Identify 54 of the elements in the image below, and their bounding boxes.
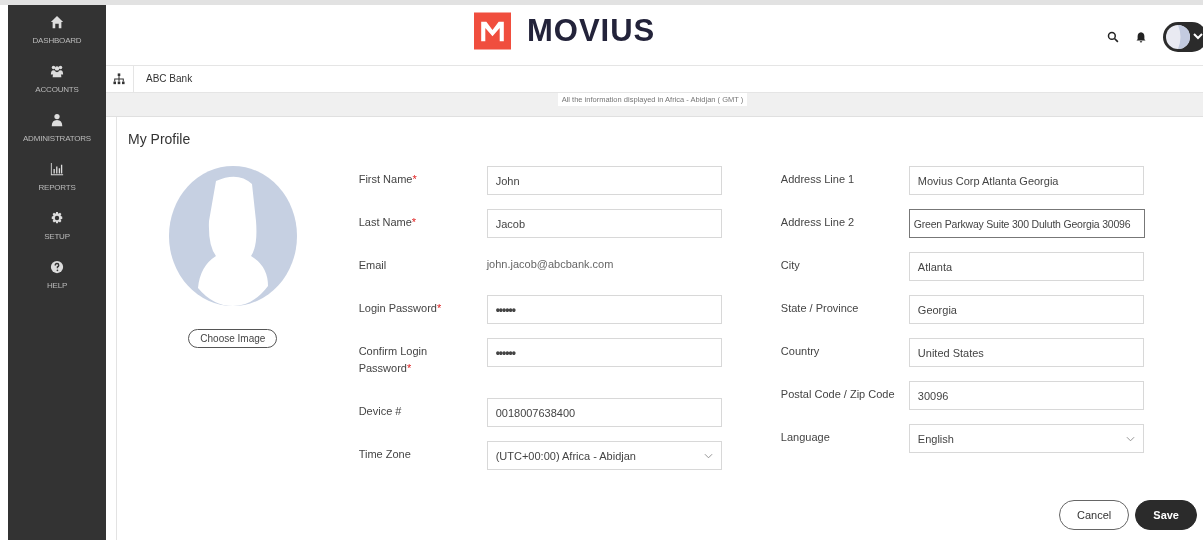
field-label: Device # <box>358 404 403 419</box>
input-field[interactable]: Jacob <box>486 209 722 238</box>
input-field[interactable]: Movius Corp Atlanta Georgia <box>908 166 1144 195</box>
input-field[interactable]: United States <box>908 338 1144 367</box>
input-field[interactable]: 0018007638400 <box>486 398 722 427</box>
help-icon <box>50 260 64 274</box>
user-menu-toggle[interactable] <box>1163 22 1203 52</box>
page-title: My Profile <box>128 131 192 147</box>
email-value: john.jacob@abcbank.com <box>486 257 614 270</box>
dropdown-field[interactable]: (UTC+00:00) Africa - Abidjan <box>486 441 722 470</box>
nav-item[interactable]: ACCOUNTS <box>8 64 106 94</box>
field-label: City <box>780 258 801 273</box>
input-field[interactable]: Georgia <box>908 295 1144 324</box>
field-label: Language <box>780 430 831 445</box>
field-label: Time Zone <box>358 447 412 462</box>
hierarchy-icon[interactable] <box>113 73 125 85</box>
nav-item[interactable]: DASHBOARD <box>8 15 106 45</box>
input-field[interactable]: Atlanta <box>908 252 1144 281</box>
person-icon <box>50 113 64 127</box>
nav-item[interactable]: ADMINISTRATORS <box>8 113 106 143</box>
save-button[interactable]: Save <box>1135 500 1197 530</box>
bell-icon[interactable] <box>1135 31 1147 43</box>
field-label: Country <box>780 344 821 359</box>
input-field[interactable]: •••••• <box>486 338 722 367</box>
logo-icon <box>474 12 511 50</box>
nav-item[interactable]: SETUP <box>8 211 106 241</box>
nav-item[interactable]: HELP <box>8 260 106 290</box>
input-field[interactable]: Green Parkway Suite 300 Duluth Georgia 30096 <box>908 209 1145 238</box>
chart-icon <box>50 162 64 176</box>
field-label: Address Line 2 <box>780 215 856 230</box>
field-label: Confirm Login Password* <box>358 344 429 376</box>
breadcrumb-item[interactable]: ABC Bank <box>133 66 193 92</box>
search-icon[interactable] <box>1107 31 1119 43</box>
field-label: First Name* <box>358 172 418 187</box>
input-field[interactable]: •••••• <box>486 295 722 324</box>
chevron-down-icon <box>703 452 713 459</box>
cancel-button[interactable]: Cancel <box>1059 500 1130 530</box>
brand-name: MOVIUS <box>527 13 656 49</box>
chevron-down-icon <box>1125 435 1135 442</box>
nav-item[interactable]: REPORTS <box>8 162 106 192</box>
group-icon <box>50 64 64 78</box>
settings-icon <box>50 211 64 225</box>
field-label: Login Password* <box>358 301 443 316</box>
field-label: Email <box>358 258 388 273</box>
input-field[interactable]: John <box>486 166 722 195</box>
choose-image-button[interactable]: Choose Image <box>188 329 278 348</box>
field-label: State / Province <box>780 301 860 316</box>
field-label: Address Line 1 <box>780 172 856 187</box>
field-label: Postal Code / Zip Code <box>780 387 896 402</box>
input-field[interactable]: 30096 <box>908 381 1144 410</box>
avatar-placeholder-icon <box>167 166 298 306</box>
field-label: Last Name* <box>358 215 418 230</box>
home-icon <box>50 15 64 29</box>
dropdown-field[interactable]: English <box>908 424 1144 453</box>
